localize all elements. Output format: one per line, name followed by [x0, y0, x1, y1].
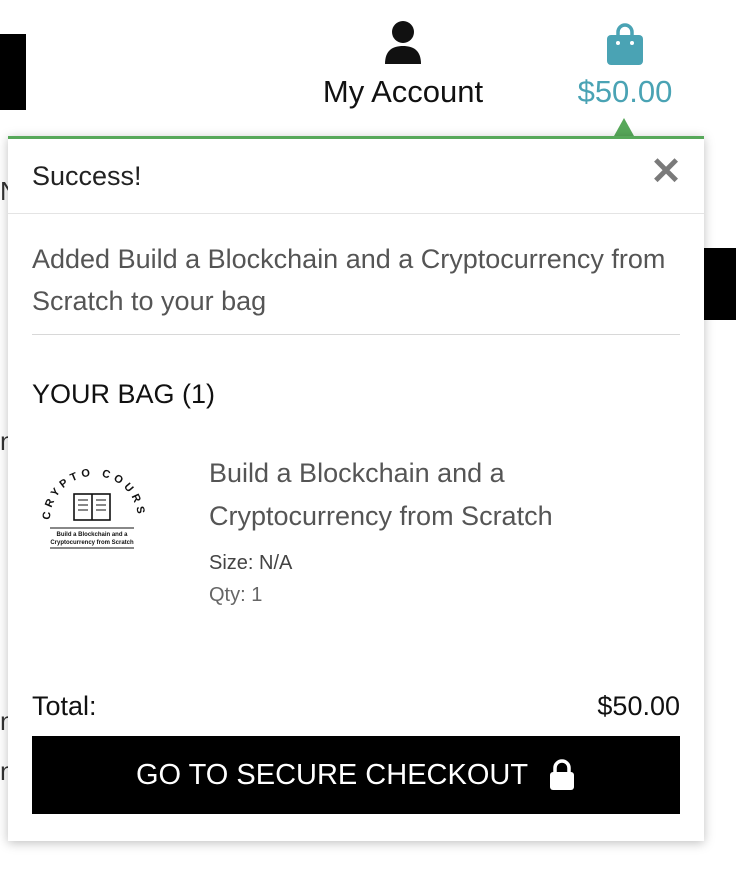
total-label: Total:	[32, 691, 97, 721]
cart-link[interactable]: $50.00	[570, 22, 680, 110]
item-size: Size: N/A	[209, 552, 293, 574]
item-qty: Qty: 1	[209, 584, 263, 606]
product-thumbnail[interactable]: CRYPTO COURSE Build a Blockchain and a C…	[32, 452, 152, 572]
my-account-link[interactable]: My Account	[318, 20, 488, 110]
secure-checkout-button[interactable]: GO TO SECURE CHECKOUT	[32, 736, 680, 814]
item-name[interactable]: Build a Blockchain and a Cryptocurrency …	[209, 452, 629, 538]
my-account-label: My Account	[322, 74, 484, 109]
bag-item: CRYPTO COURSE Build a Blockchain and a C…	[8, 452, 704, 612]
lock-icon	[548, 759, 576, 791]
svg-text:CRYPTO COURSE: CRYPTO COURSE	[32, 452, 147, 520]
popup-title: Success!	[32, 161, 142, 191]
checkout-label: GO TO SECURE CHECKOUT	[135, 758, 529, 791]
thumb-caption-1: Build a Blockchain and a	[56, 532, 128, 538]
shopping-bag-icon	[607, 23, 643, 65]
thumb-arc-text: CRYPTO COURSE	[32, 452, 143, 520]
thumb-caption-2: Cryptocurrency from Scratch	[50, 540, 134, 546]
popup-caret	[614, 118, 634, 136]
added-to-bag-popup: Success! ✕ Added Build a Blockchain and …	[8, 136, 704, 841]
book-icon	[73, 493, 111, 521]
total-value: $50.00	[597, 691, 680, 721]
added-message: Added Build a Blockchain and a Cryptocur…	[32, 238, 680, 335]
cart-total: $50.00	[577, 74, 673, 109]
background-block	[704, 248, 736, 320]
user-icon	[385, 21, 421, 64]
popup-header: Success! ✕	[8, 139, 704, 214]
background-block	[0, 34, 26, 110]
bag-title: YOUR BAG (1)	[32, 379, 216, 409]
close-icon[interactable]: ✕	[650, 153, 682, 191]
